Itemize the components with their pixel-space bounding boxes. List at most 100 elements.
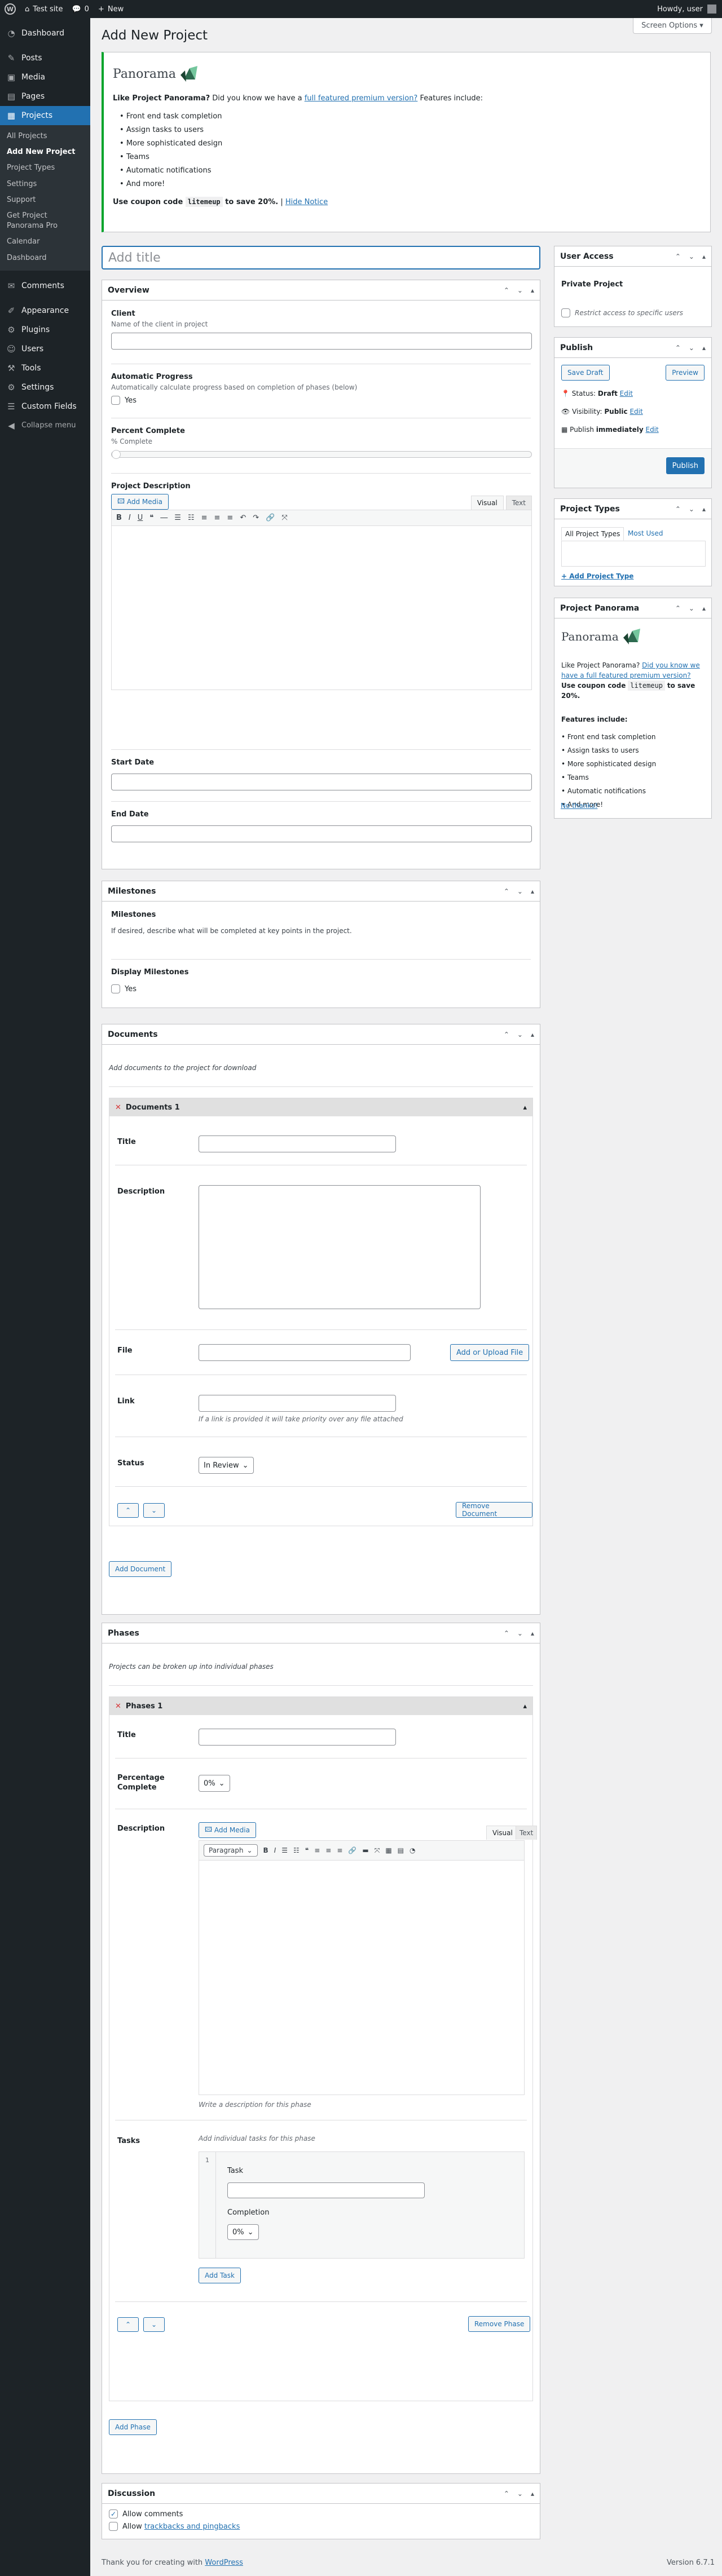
move-up-icon[interactable]: ⌃ — [675, 604, 681, 612]
menu-item-media[interactable]: ▣ Media — [0, 68, 90, 87]
move-up-icon[interactable]: ⌃ — [504, 286, 509, 294]
toggle-panel-icon[interactable]: ▴ — [531, 887, 534, 895]
wp-logo-menu[interactable]: W — [0, 0, 20, 18]
doc-status-select[interactable]: In Review ⌄ — [199, 1457, 254, 1474]
collapse-menu-button[interactable]: ◀ Collapse menu — [0, 416, 90, 435]
italic-icon[interactable]: I — [274, 1846, 276, 1854]
move-down-icon[interactable]: ⌄ — [689, 604, 694, 612]
auto-progress-checkbox[interactable]: Yes — [111, 396, 532, 405]
remove-document-button[interactable]: Remove Document — [456, 1502, 532, 1518]
doc-file-input[interactable] — [199, 1344, 411, 1361]
add-project-type-link[interactable]: + Add Project Type — [561, 572, 633, 580]
remove-x-icon[interactable]: ✕ — [115, 1103, 121, 1112]
wordpress-link[interactable]: WordPress — [205, 2559, 243, 2567]
align-center-icon[interactable]: ≡ — [325, 1846, 331, 1854]
end-date-input[interactable] — [111, 825, 532, 842]
move-down-icon[interactable]: ⌄ — [689, 253, 694, 260]
phase-tab-visual[interactable]: Visual — [486, 1826, 519, 1840]
menu-item-plugins[interactable]: ⚙ Plugins — [0, 320, 90, 339]
add-phase-button[interactable]: Add Phase — [109, 2419, 157, 2435]
doc-link-input[interactable] — [199, 1395, 396, 1412]
move-up-icon[interactable]: ⌃ — [504, 1629, 509, 1637]
link-icon[interactable]: 🔗 — [266, 514, 275, 522]
move-down-icon[interactable]: ⌄ — [689, 505, 694, 513]
post-title-input[interactable]: Add title — [102, 246, 540, 269]
display-milestones-checkbox[interactable]: Yes — [111, 984, 532, 993]
toolbar-toggle-icon[interactable]: ▦ — [385, 1846, 391, 1854]
undo-icon[interactable]: ↶ — [240, 514, 246, 522]
table-icon[interactable]: ▤ — [398, 1846, 404, 1854]
start-date-input[interactable] — [111, 774, 532, 790]
move-down-icon[interactable]: ⌄ — [517, 887, 523, 895]
menu-item-users[interactable]: ☺ Users — [0, 339, 90, 359]
slider-handle[interactable] — [112, 450, 121, 459]
progress-circle-icon[interactable]: ◔ — [410, 1846, 415, 1854]
screen-options-button[interactable]: Screen Options ▾ — [633, 18, 712, 34]
move-up-icon[interactable]: ⌃ — [504, 887, 509, 895]
document-item-header[interactable]: ✕ Documents 1 ▴ — [109, 1098, 532, 1116]
menu-item-pages[interactable]: ▤ Pages — [0, 87, 90, 106]
doc-description-textarea[interactable] — [199, 1185, 481, 1309]
redo-icon[interactable]: ↷ — [253, 514, 259, 522]
move-up-icon[interactable]: ⌃ — [675, 344, 681, 352]
comments-link[interactable]: 💬 0 — [67, 0, 93, 18]
edit-schedule-link[interactable]: Edit — [645, 426, 658, 434]
toggle-panel-icon[interactable]: ▴ — [702, 604, 706, 612]
add-upload-file-button[interactable]: Add or Upload File — [450, 1344, 530, 1361]
edit-visibility-link[interactable]: Edit — [629, 408, 642, 416]
menu-item-tools[interactable]: ⚒ Tools — [0, 359, 90, 378]
strikethrough-icon[interactable]: — — [160, 514, 168, 522]
menu-item-posts[interactable]: ✎ Posts — [0, 48, 90, 68]
move-document-down-button[interactable]: ⌄ — [143, 1503, 165, 1518]
phase-add-media-button[interactable]: 🖾 Add Media — [199, 1822, 256, 1838]
remove-phase-button[interactable]: Remove Phase — [468, 2316, 531, 2332]
tab-all-project-types[interactable]: All Project Types — [561, 527, 624, 541]
move-down-icon[interactable]: ⌄ — [517, 2490, 523, 2498]
percent-slider[interactable] — [111, 450, 532, 459]
my-account-link[interactable]: Howdy, user — [657, 5, 722, 14]
move-down-icon[interactable]: ⌄ — [517, 1031, 523, 1039]
align-left-icon[interactable]: ≡ — [314, 1846, 320, 1854]
toggle-panel-icon[interactable]: ▴ — [531, 1031, 534, 1039]
toggle-panel-icon[interactable]: ▴ — [531, 1629, 534, 1637]
submenu-project-types[interactable]: Project Types — [0, 160, 90, 176]
allow-trackbacks-checkbox[interactable]: Allow trackbacks and pingbacks — [109, 2522, 240, 2531]
numbered-list-icon[interactable]: ☷ — [293, 1846, 300, 1854]
new-content-link[interactable]: + New — [94, 0, 128, 18]
phase-tab-text[interactable]: Text — [516, 1826, 538, 1840]
move-up-icon[interactable]: ⌃ — [675, 505, 681, 513]
site-name-link[interactable]: ⌂ Test site — [20, 0, 67, 18]
restrict-access-checkbox[interactable]: Restrict access to specific users — [561, 308, 683, 317]
client-input[interactable] — [111, 333, 532, 350]
fullscreen-icon[interactable]: ⤧ — [375, 1846, 380, 1855]
tab-text[interactable]: Text — [505, 496, 532, 510]
phase-item-header[interactable]: ✕ Phases 1 ▴ — [109, 1697, 532, 1715]
save-draft-button[interactable]: Save Draft — [561, 365, 610, 381]
toggle-panel-icon[interactable]: ▴ — [702, 253, 706, 260]
doc-title-input[interactable] — [199, 1135, 396, 1152]
phase-title-input[interactable] — [199, 1729, 396, 1746]
submenu-get-pro[interactable]: Get Project Panorama Pro — [0, 208, 90, 234]
add-media-button[interactable]: 🖾 Add Media — [111, 494, 169, 510]
move-down-icon[interactable]: ⌄ — [689, 344, 694, 352]
menu-item-comments[interactable]: ✉ Comments — [0, 276, 90, 295]
align-left-icon[interactable]: ≡ — [201, 514, 208, 522]
task-input[interactable] — [227, 2182, 425, 2198]
toggle-panel-icon[interactable]: ▴ — [531, 286, 534, 294]
underline-icon[interactable]: U — [138, 514, 143, 522]
preview-button[interactable]: Preview — [666, 365, 705, 381]
move-up-icon[interactable]: ⌃ — [675, 253, 681, 260]
move-phase-down-button[interactable]: ⌄ — [143, 2317, 165, 2332]
bold-icon[interactable]: B — [116, 514, 122, 522]
tab-visual[interactable]: Visual — [470, 496, 504, 510]
menu-item-projects[interactable]: ▦ Projects — [0, 106, 90, 125]
collapse-arrow-icon[interactable]: ▴ — [523, 1103, 527, 1112]
align-center-icon[interactable]: ≡ — [214, 514, 221, 522]
toggle-panel-icon[interactable]: ▴ — [531, 2490, 534, 2498]
menu-item-dashboard[interactable]: ◔ Dashboard — [0, 24, 90, 43]
phase-percentage-select[interactable]: 0% ⌄ — [199, 1775, 230, 1792]
move-up-icon[interactable]: ⌃ — [504, 2490, 509, 2498]
tab-most-used[interactable]: Most Used — [628, 529, 663, 537]
fullscreen-icon[interactable]: ⤧ — [281, 514, 287, 522]
numbered-list-icon[interactable]: ☷ — [188, 514, 195, 522]
